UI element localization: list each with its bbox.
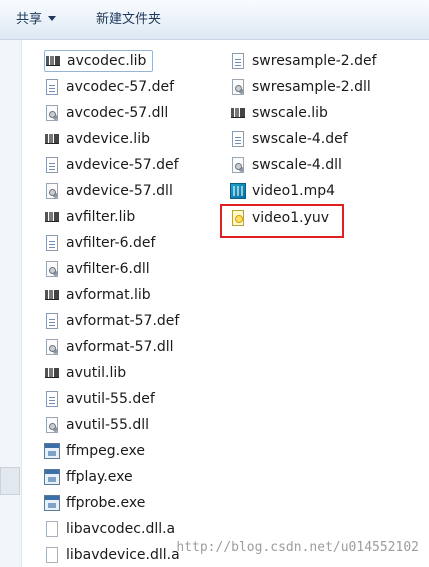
file-name: avformat.lib <box>66 287 151 303</box>
file-item-video1-yuv[interactable]: video1.yuv <box>230 207 329 229</box>
file-item[interactable]: avfilter-6.dll <box>44 258 150 280</box>
watermark: http://blog.csdn.net/u014552102 <box>176 540 419 555</box>
file-item[interactable]: avdevice-57.dll <box>44 180 173 202</box>
dll-icon <box>46 417 58 433</box>
lib-icon <box>44 287 60 303</box>
lib-icon <box>44 365 60 381</box>
file-name: swresample-2.dll <box>252 79 371 95</box>
file-name: avformat-57.def <box>66 313 180 329</box>
navigation-pane <box>0 40 22 567</box>
dll-icon <box>46 105 58 121</box>
exe-icon <box>44 469 60 485</box>
share-label: 共享 <box>16 12 43 27</box>
file-item[interactable]: avdevice.lib <box>44 128 150 150</box>
navigation-scrollbar-thumb[interactable] <box>0 467 20 495</box>
file-item[interactable]: ffmpeg.exe <box>44 440 145 462</box>
file-item[interactable]: swscale.lib <box>230 102 328 124</box>
file-name: avfilter.lib <box>66 209 136 225</box>
file-name: swscale-4.def <box>252 131 348 147</box>
file-item[interactable]: avdevice-57.def <box>44 154 179 176</box>
file-name: avutil-55.def <box>66 391 155 407</box>
file-name: libavcodec.dll.a <box>66 521 176 537</box>
def-icon <box>46 157 58 173</box>
dll-icon <box>46 261 58 277</box>
new-folder-button[interactable]: 新建文件夹 <box>96 10 161 30</box>
file-item[interactable]: avformat-57.dll <box>44 336 174 358</box>
file-item[interactable]: avfilter.lib <box>44 206 135 228</box>
file-icon <box>46 521 58 537</box>
exe-icon <box>44 443 60 459</box>
yuv-file-icon <box>232 210 244 226</box>
file-item[interactable]: avutil-55.def <box>44 388 155 410</box>
file-name: video1.mp4 <box>252 183 336 199</box>
file-item[interactable]: swresample-2.dll <box>230 76 371 98</box>
def-icon <box>232 131 244 147</box>
file-item[interactable]: swscale-4.def <box>230 128 348 150</box>
file-item[interactable]: ffprobe.exe <box>44 492 145 514</box>
file-name: ffprobe.exe <box>66 495 146 511</box>
dll-icon <box>232 157 244 173</box>
file-item[interactable]: avformat.lib <box>44 284 151 306</box>
file-name: swscale.lib <box>252 105 328 121</box>
file-name: avformat-57.dll <box>66 339 174 355</box>
file-item[interactable]: avfilter-6.def <box>44 232 155 254</box>
file-name: swscale-4.dll <box>252 157 342 173</box>
def-icon <box>46 235 58 251</box>
file-name: avdevice-57.def <box>66 157 179 173</box>
file-item[interactable]: avcodec-57.def <box>44 76 174 98</box>
file-item[interactable]: ffplay.exe <box>44 466 133 488</box>
file-name: avcodec.lib <box>67 53 147 69</box>
lib-icon <box>45 53 61 69</box>
file-name: avcodec-57.dll <box>66 105 169 121</box>
lib-icon <box>44 131 60 147</box>
file-name: avfilter-6.dll <box>66 261 150 277</box>
lib-icon <box>44 209 60 225</box>
video-icon <box>230 183 246 199</box>
lib-icon <box>230 105 246 121</box>
file-name: avfilter-6.def <box>66 235 156 251</box>
file-name: swresample-2.def <box>252 53 377 69</box>
file-icon <box>46 547 58 563</box>
def-icon <box>46 313 58 329</box>
file-item[interactable]: avcodec.lib <box>44 50 154 72</box>
file-name: avutil-55.dll <box>66 417 149 433</box>
file-name: avcodec-57.def <box>66 79 175 95</box>
def-icon <box>46 79 58 95</box>
exe-icon <box>44 495 60 511</box>
dll-icon <box>232 79 244 95</box>
file-name: ffplay.exe <box>66 469 133 485</box>
file-item[interactable]: avutil-55.dll <box>44 414 149 436</box>
file-item[interactable]: avformat-57.def <box>44 310 179 332</box>
def-icon <box>46 391 58 407</box>
command-bar: 共享 新建文件夹 <box>0 0 429 40</box>
file-name: avdevice-57.dll <box>66 183 173 199</box>
file-name: libavdevice.dll.a <box>66 547 180 563</box>
file-item[interactable]: libavdevice.dll.a <box>44 544 180 566</box>
file-item[interactable]: avutil.lib <box>44 362 126 384</box>
file-name: ffmpeg.exe <box>66 443 145 459</box>
file-item[interactable]: swresample-2.def <box>230 50 377 72</box>
chevron-down-icon <box>48 16 57 21</box>
dll-icon <box>46 183 58 199</box>
file-item[interactable]: swscale-4.dll <box>230 154 342 176</box>
file-name: avdevice.lib <box>66 131 150 147</box>
def-icon <box>232 53 244 69</box>
file-name: video1.yuv <box>252 210 330 226</box>
file-item[interactable]: avcodec-57.dll <box>44 102 168 124</box>
file-item[interactable]: libavcodec.dll.a <box>44 518 175 540</box>
file-item[interactable]: video1.mp4 <box>230 180 335 202</box>
share-menu-button[interactable]: 共享 <box>16 10 57 30</box>
file-name: avutil.lib <box>66 365 127 381</box>
dll-icon <box>46 339 58 355</box>
